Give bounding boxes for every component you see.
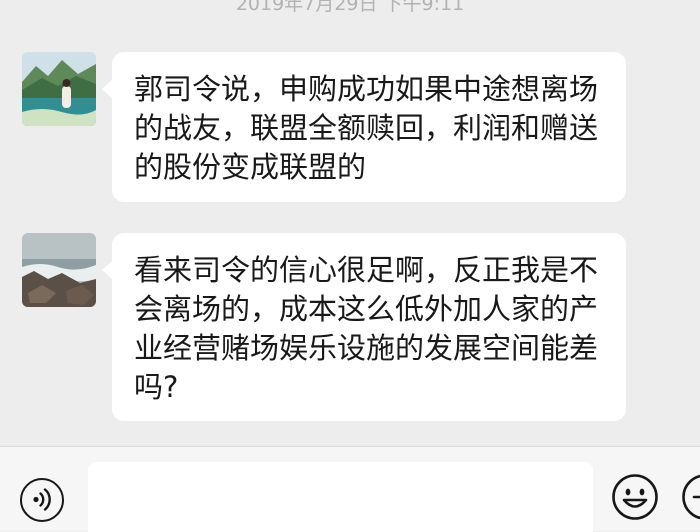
- emoji-button[interactable]: [610, 472, 660, 522]
- sender-avatar[interactable]: [22, 52, 96, 126]
- message-bubble[interactable]: 看来司令的信心很足啊，反正我是不会离场的，成本这么低外加人家的产业经营赌场娱乐设…: [112, 233, 626, 421]
- message-input[interactable]: [88, 462, 593, 532]
- plus-icon: [680, 472, 700, 522]
- message-text: 郭司令说，申购成功如果中途想离场的战友，联盟全额赎回，利润和赠送的股份变成联盟的: [134, 72, 598, 184]
- sender-avatar[interactable]: [22, 233, 96, 307]
- voice-icon: [22, 480, 62, 520]
- chat-timestamp: 2019年7月29日 下午9:11: [0, 0, 700, 17]
- message-bubble[interactable]: 郭司令说，申购成功如果中途想离场的战友，联盟全额赎回，利润和赠送的股份变成联盟的: [112, 52, 626, 202]
- seascape-photo-avatar-icon: [22, 233, 96, 307]
- landscape-photo-avatar-icon: [22, 52, 96, 126]
- message-text: 看来司令的信心很足啊，反正我是不会离场的，成本这么低外加人家的产业经营赌场娱乐设…: [134, 253, 598, 404]
- voice-button[interactable]: [20, 478, 64, 522]
- emoji-icon: [610, 472, 660, 522]
- more-button[interactable]: [680, 472, 700, 522]
